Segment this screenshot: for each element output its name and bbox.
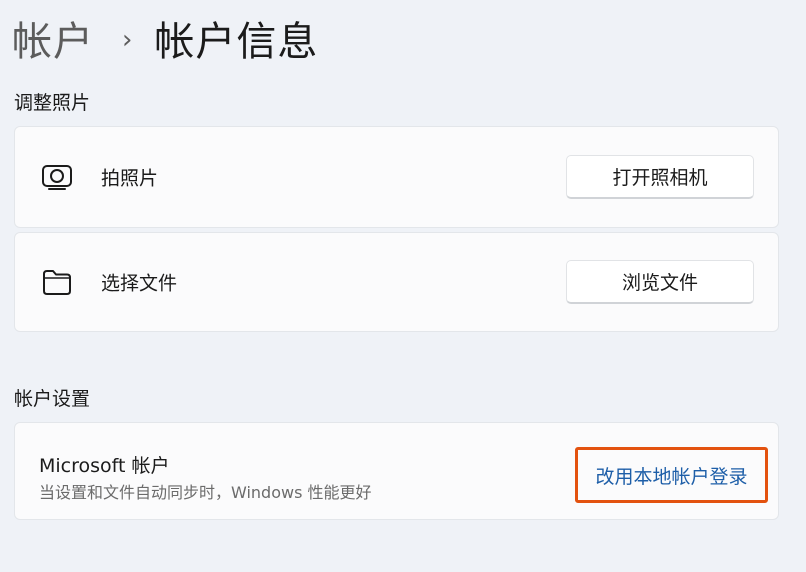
- choose-file-card: 选择文件 浏览文件: [14, 232, 779, 332]
- camera-icon: [41, 163, 73, 191]
- take-photo-card: 拍照片 打开照相机: [14, 126, 779, 228]
- breadcrumb: 帐户 › 帐户信息: [12, 8, 318, 68]
- take-photo-label: 拍照片: [101, 167, 159, 190]
- section-title-account-settings: 帐户设置: [14, 388, 91, 410]
- choose-file-label: 选择文件: [101, 272, 178, 295]
- sign-in-with-local-account-link[interactable]: 改用本地帐户登录: [575, 447, 768, 503]
- breadcrumb-parent-accounts[interactable]: 帐户: [12, 9, 94, 67]
- microsoft-account-title: Microsoft 帐户: [39, 455, 170, 477]
- section-title-adjust-photo: 调整照片: [14, 92, 91, 114]
- microsoft-account-card: Microsoft 帐户 当设置和文件自动同步时，Windows 性能更好 改用…: [14, 422, 779, 520]
- page-title: 帐户信息: [154, 19, 319, 65]
- folder-icon: [41, 268, 73, 296]
- breadcrumb-chevron-icon: ›: [122, 25, 133, 55]
- open-camera-button[interactable]: 打开照相机: [566, 155, 754, 199]
- browse-files-button[interactable]: 浏览文件: [566, 260, 754, 304]
- microsoft-account-subtitle: 当设置和文件自动同步时，Windows 性能更好: [39, 483, 372, 502]
